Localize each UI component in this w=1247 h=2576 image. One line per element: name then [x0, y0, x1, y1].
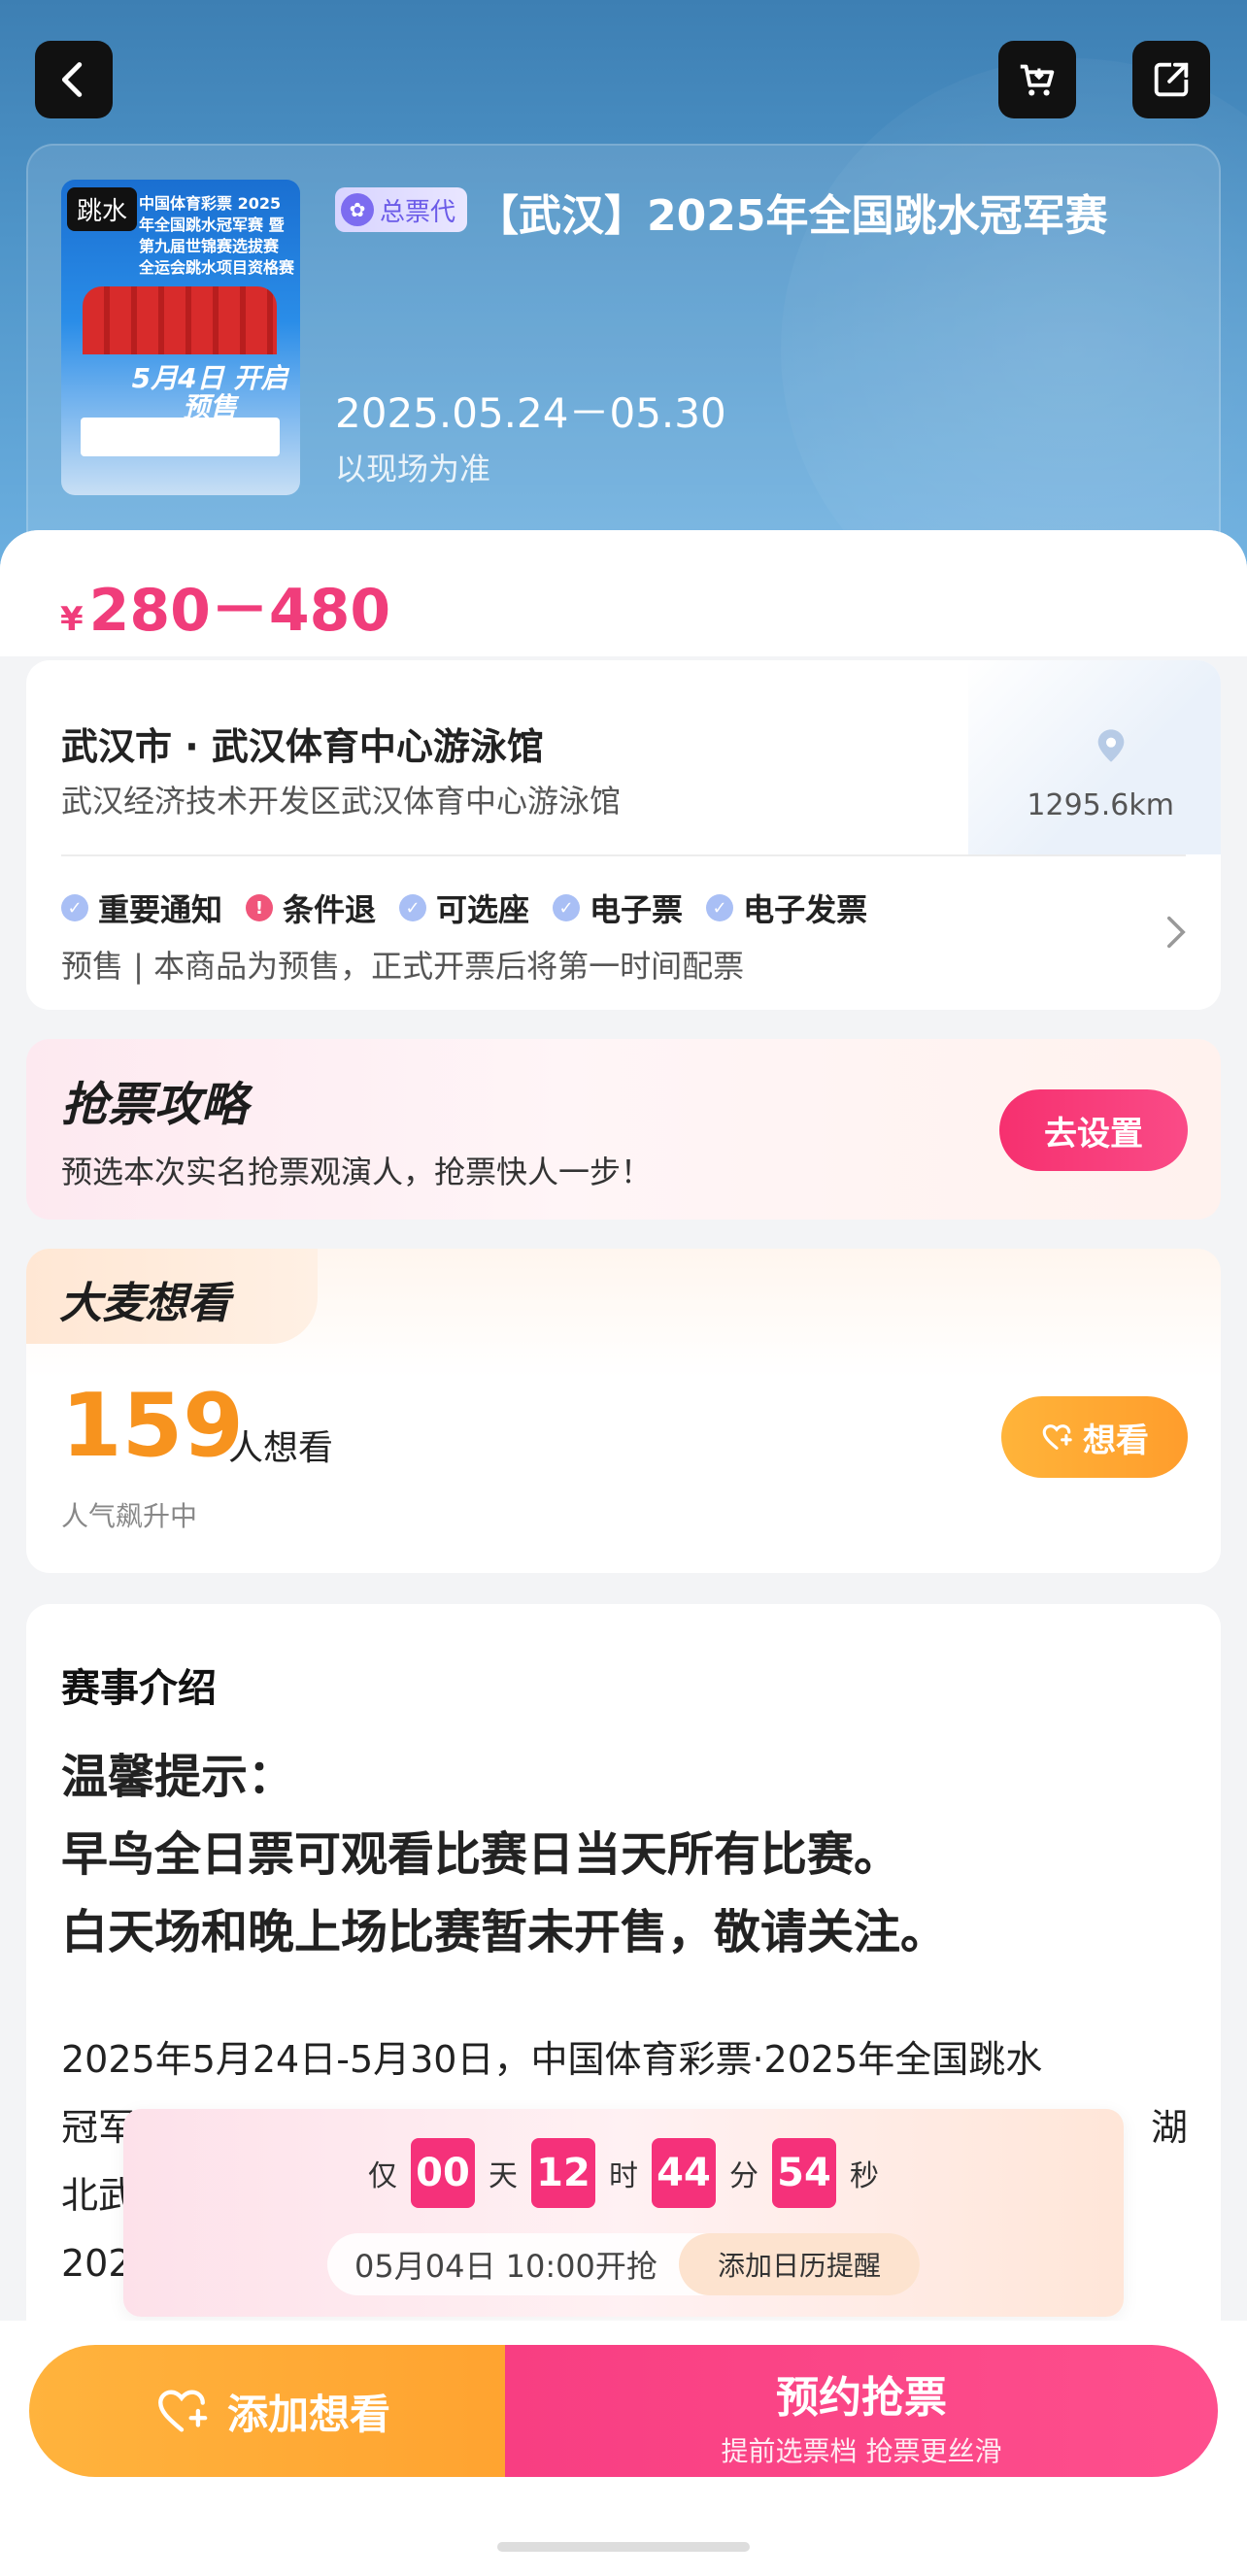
- days-unit: 天: [489, 2159, 518, 2193]
- add-calendar-reminder-button[interactable]: 添加日历提醒: [679, 2233, 920, 2295]
- venue-name: 武汉市 · 武汉体育中心游泳馆: [61, 725, 544, 768]
- alert-icon: !: [246, 894, 274, 921]
- check-icon: ✓: [61, 894, 88, 921]
- cart-button[interactable]: [998, 41, 1076, 118]
- venue-card[interactable]: 武汉市 · 武汉体育中心游泳馆 武汉经济技术开发区武汉体育中心游泳馆 1295.…: [26, 660, 1221, 1010]
- check-icon: ✓: [399, 894, 427, 921]
- add-want-button[interactable]: 添加想看: [29, 2345, 515, 2477]
- want-button-label: 想看: [1083, 1421, 1149, 1460]
- check-icon: ✓: [553, 894, 581, 921]
- tag-label: 电子票: [590, 891, 684, 928]
- currency-symbol: ¥: [60, 600, 84, 639]
- heart-plus-icon: [1042, 1424, 1072, 1450]
- tag-label: 电子发票: [743, 891, 868, 928]
- venue-address: 武汉经济技术开发区武汉体育中心游泳馆: [61, 783, 622, 820]
- venue-distance: 1295.6km: [1027, 788, 1174, 822]
- location-pin-icon[interactable]: [1092, 726, 1130, 765]
- body-line: 2025年5月24日-5月30日，中国体育彩票·2025年全国跳水: [61, 2038, 1043, 2081]
- want-tab: 大麦想看: [26, 1249, 318, 1344]
- share-icon: [1154, 62, 1189, 97]
- price-range: ¥280－480: [60, 563, 390, 648]
- presale-note: 预售 | 本商品为预售，正式开票后将第一时间配票: [61, 948, 745, 985]
- tag-label: 可选座: [436, 891, 530, 928]
- poster-sponsors: [81, 418, 280, 456]
- tag-e-invoice: ✓ 电子发票: [706, 886, 867, 930]
- poster-date: 5月4日 开启预售: [131, 362, 288, 423]
- reserve-label: 预约抢票: [776, 2373, 947, 2423]
- add-want-label: 添加想看: [226, 2390, 390, 2438]
- countdown-banner: 仅 00 天 12 时 44 分 54 秒 05月04日 10:00开抢 添加日…: [123, 2109, 1124, 2317]
- tag-label: 重要通知: [98, 891, 223, 928]
- poster-tag: 跳水: [67, 187, 138, 231]
- flower-icon: ✿: [341, 193, 374, 226]
- divider: [61, 854, 1186, 856]
- tag-e-ticket: ✓ 电子票: [553, 886, 683, 930]
- countdown-hours: 12: [531, 2138, 595, 2208]
- intro-tip: 温馨提示： 早鸟全日票可观看比赛日当天所有比赛。 白天场和晚上场比赛暂未开售，敬…: [61, 1738, 947, 1971]
- countdown-days: 00: [411, 2138, 475, 2208]
- open-time-bar: 05月04日 10:00开抢 添加日历提醒: [327, 2233, 920, 2295]
- check-icon: ✓: [706, 894, 734, 921]
- strategy-title: 抢票攻略: [61, 1078, 249, 1132]
- share-button[interactable]: [1132, 41, 1210, 118]
- hours-unit: 时: [609, 2159, 638, 2193]
- tip-line: 白天场和晚上场比赛暂未开售，敬请关注。: [61, 1905, 948, 1959]
- intro-heading: 赛事介绍: [61, 1666, 217, 1711]
- price-value: 280－480: [88, 577, 391, 645]
- want-button[interactable]: 想看: [1001, 1396, 1188, 1478]
- seconds-unit: 秒: [850, 2159, 879, 2193]
- countdown-minutes: 44: [652, 2138, 716, 2208]
- cart-icon: [1020, 64, 1055, 96]
- tip-line: 温馨提示：: [61, 1750, 295, 1804]
- reserve-sublabel: 提前选票档 抢票更丝滑: [721, 2435, 1002, 2467]
- service-tags[interactable]: ✓ 重要通知 ! 条件退 ✓ 可选座 ✓ 电子票 ✓ 电子发票: [61, 886, 867, 930]
- go-settings-button[interactable]: 去设置: [999, 1089, 1188, 1171]
- reserve-ticket-button[interactable]: 预约抢票 提前选票档 抢票更丝滑: [505, 2345, 1218, 2477]
- agency-badge-label: 总票代: [380, 197, 456, 227]
- open-time: 05月04日 10:00开抢: [354, 2248, 657, 2285]
- event-poster[interactable]: 跳水 中国体育彩票 2025年全国跳水冠军赛 暨第九届世锦赛选拔赛 全运会跳水项…: [61, 180, 300, 495]
- want-subtitle: 人气飙升中: [61, 1500, 198, 1532]
- tag-notice: ✓ 重要通知: [61, 886, 222, 930]
- minutes-unit: 分: [729, 2159, 758, 2193]
- home-indicator: [497, 2542, 750, 2552]
- tip-line: 早鸟全日票可观看比赛日当天所有比赛。: [61, 1827, 901, 1882]
- back-button[interactable]: [35, 41, 113, 118]
- want-to-see-card: 大麦想看 159 人想看 人气飙升中 想看: [26, 1249, 1221, 1573]
- chevron-right-icon[interactable]: [1164, 915, 1188, 950]
- event-date: 2025.05.24－05.30: [335, 389, 726, 437]
- poster-title: 中国体育彩票 2025年全国跳水冠军赛 暨第九届世锦赛选拔赛 全运会跳水项目资格…: [139, 194, 295, 277]
- event-title: 【武汉】2025年全国跳水冠军赛: [476, 191, 1108, 241]
- agency-badge: ✿ 总票代: [335, 187, 468, 232]
- countdown-timer: 仅 00 天 12 时 44 分 54 秒: [123, 2138, 1124, 2208]
- tag-seat-select: ✓ 可选座: [399, 886, 529, 930]
- tag-refund: ! 条件退: [246, 886, 376, 930]
- want-count: 159: [61, 1375, 244, 1477]
- poster-athletes-image: [83, 286, 277, 354]
- heart-plus-icon: [158, 2390, 208, 2432]
- countdown-prefix: 仅: [368, 2159, 397, 2193]
- want-unit: 人想看: [228, 1428, 334, 1468]
- body-line-end: 湖: [1150, 2106, 1188, 2149]
- strategy-subtitle: 预选本次实名抢票观演人，抢票快人一步！: [61, 1154, 653, 1190]
- tag-label: 条件退: [283, 891, 377, 928]
- chevron-left-icon: [61, 62, 83, 97]
- ticket-strategy-card: 抢票攻略 预选本次实名抢票观演人，抢票快人一步！ 去设置: [26, 1039, 1221, 1220]
- event-date-note: 以现场为准: [335, 451, 491, 487]
- want-tab-label: 大麦想看: [59, 1279, 230, 1328]
- countdown-seconds: 54: [772, 2138, 836, 2208]
